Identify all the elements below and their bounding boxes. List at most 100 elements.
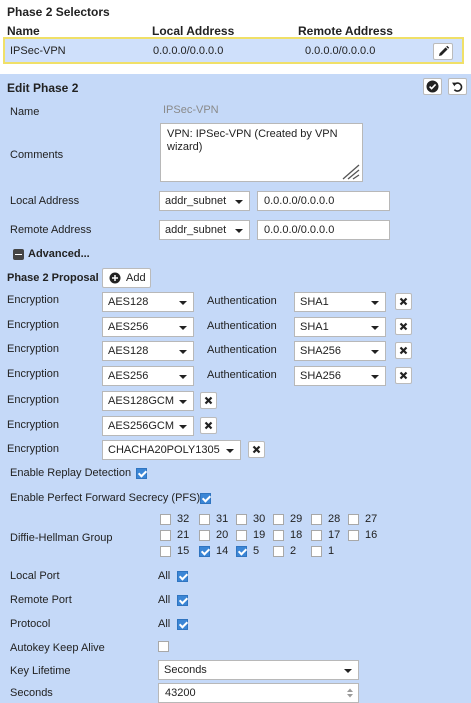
dh-group-checkbox[interactable] (273, 546, 284, 557)
dh-group-checkbox[interactable] (199, 514, 210, 525)
chevron-down-icon (179, 350, 187, 354)
encryption-select[interactable]: CHACHA20POLY1305 (102, 440, 241, 460)
replay-detection-checkbox[interactable] (136, 468, 147, 479)
remote-address-input[interactable]: 0.0.0.0/0.0.0.0 (257, 220, 390, 240)
plus-circle-icon (109, 272, 121, 284)
phase2-selectors-section: Phase 2 Selectors Name Local Address Rem… (0, 0, 471, 70)
local-address-type-select[interactable]: addr_subnet (159, 191, 250, 211)
dh-group-checkbox[interactable] (273, 514, 284, 525)
collapse-icon[interactable] (13, 249, 24, 260)
remove-proposal-button[interactable] (395, 318, 412, 335)
dh-group-checkbox[interactable] (311, 514, 322, 525)
remove-proposal-button[interactable] (395, 367, 412, 384)
encryption-select[interactable]: AES256GCM (102, 416, 194, 436)
encryption-value: AES128 (108, 345, 149, 357)
local-address-input[interactable]: 0.0.0.0/0.0.0.0 (257, 191, 390, 211)
encryption-value: AES128GCM (108, 395, 175, 407)
dh-group-checkbox[interactable] (160, 514, 171, 525)
dh-group-value: 31 (216, 513, 229, 525)
chevron-down-icon (235, 229, 243, 233)
encryption-select[interactable]: AES256 (102, 366, 194, 386)
encryption-label: Encryption (7, 419, 59, 431)
column-header-local-address[interactable]: Local Address (152, 24, 234, 38)
encryption-select[interactable]: AES128GCM (102, 391, 194, 411)
remove-proposal-button[interactable] (200, 417, 217, 434)
seconds-label: Seconds (10, 687, 53, 699)
chevron-down-icon (179, 400, 187, 404)
authentication-value: SHA256 (300, 370, 341, 382)
undo-icon (452, 82, 463, 92)
authentication-label: Authentication (207, 369, 277, 381)
dh-group-value: 21 (177, 529, 190, 541)
encryption-value: AES128 (108, 296, 149, 308)
row-name: IPSec-VPN (10, 45, 66, 57)
remote-port-checkbox[interactable] (177, 595, 188, 606)
protocol-checkbox[interactable] (177, 619, 188, 630)
key-lifetime-select[interactable]: Seconds (158, 660, 359, 680)
dh-group-checkbox[interactable] (311, 546, 322, 557)
spinner-arrows-icon[interactable] (346, 687, 354, 699)
encryption-label: Encryption (7, 343, 59, 355)
authentication-select[interactable]: SHA256 (294, 366, 386, 386)
seconds-value: 43200 (165, 687, 196, 699)
close-icon (399, 297, 408, 306)
chevron-down-icon (344, 669, 352, 673)
resize-grip-icon[interactable] (339, 162, 361, 180)
remote-address-value: 0.0.0.0/0.0.0.0 (264, 224, 335, 236)
close-icon (399, 371, 408, 380)
authentication-select[interactable]: SHA1 (294, 292, 386, 312)
edit-button[interactable] (433, 43, 453, 60)
remove-proposal-button[interactable] (248, 441, 265, 458)
close-icon (204, 421, 213, 430)
dh-group-checkbox[interactable] (160, 546, 171, 557)
comments-text: VPN: IPSec-VPN (Created by VPN wizard) (167, 128, 338, 153)
chevron-down-icon (226, 449, 234, 453)
dh-group-value: 30 (253, 513, 266, 525)
add-label: Add (126, 272, 146, 284)
dh-group-checkbox[interactable] (273, 530, 284, 541)
local-port-label: Local Port (10, 570, 60, 582)
dh-group-value: 1 (328, 545, 335, 557)
chevron-down-icon (179, 326, 187, 330)
dh-group-checkbox[interactable] (236, 546, 247, 557)
comments-textarea[interactable]: VPN: IPSec-VPN (Created by VPN wizard) (160, 123, 363, 182)
dh-group-checkbox[interactable] (348, 514, 359, 525)
local-port-value: All (158, 570, 171, 582)
remote-address-type-select[interactable]: addr_subnet (159, 220, 250, 240)
encryption-select[interactable]: AES256 (102, 317, 194, 337)
ok-button[interactable] (423, 78, 442, 95)
dh-group-checkbox[interactable] (236, 514, 247, 525)
autokey-keep-alive-checkbox[interactable] (158, 641, 169, 652)
name-label: Name (10, 106, 40, 118)
dh-group-checkbox[interactable] (311, 530, 322, 541)
remote-address-label: Remote Address (10, 224, 92, 236)
remove-proposal-button[interactable] (200, 392, 217, 409)
dh-group-checkbox[interactable] (199, 546, 210, 557)
remove-proposal-button[interactable] (395, 342, 412, 359)
authentication-select[interactable]: SHA256 (294, 341, 386, 361)
pfs-checkbox[interactable] (200, 493, 211, 504)
add-proposal-button[interactable]: Add (102, 268, 151, 288)
authentication-select[interactable]: SHA1 (294, 317, 386, 337)
chevron-down-icon (235, 200, 243, 204)
seconds-input[interactable]: 43200 (158, 683, 359, 703)
encryption-select[interactable]: AES128 (102, 341, 194, 361)
dh-group-checkbox[interactable] (160, 530, 171, 541)
encryption-select[interactable]: AES128 (102, 292, 194, 312)
protocol-label: Protocol (10, 618, 51, 630)
close-icon (204, 396, 213, 405)
table-row[interactable]: IPSec-VPN 0.0.0.0/0.0.0.0 0.0.0.0/0.0.0.… (3, 37, 464, 64)
column-header-name[interactable]: Name (7, 24, 40, 38)
advanced-toggle[interactable]: Advanced... (28, 248, 90, 260)
dh-group-checkbox[interactable] (199, 530, 210, 541)
dh-group-value: 32 (177, 513, 190, 525)
revert-button[interactable] (448, 78, 467, 95)
encryption-label: Encryption (7, 368, 59, 380)
local-port-checkbox[interactable] (177, 571, 188, 582)
pencil-icon (439, 45, 450, 56)
dh-group-checkbox[interactable] (348, 530, 359, 541)
column-header-remote-address[interactable]: Remote Address (298, 24, 393, 38)
dh-group-checkbox[interactable] (236, 530, 247, 541)
encryption-label: Encryption (7, 394, 59, 406)
remove-proposal-button[interactable] (395, 293, 412, 310)
